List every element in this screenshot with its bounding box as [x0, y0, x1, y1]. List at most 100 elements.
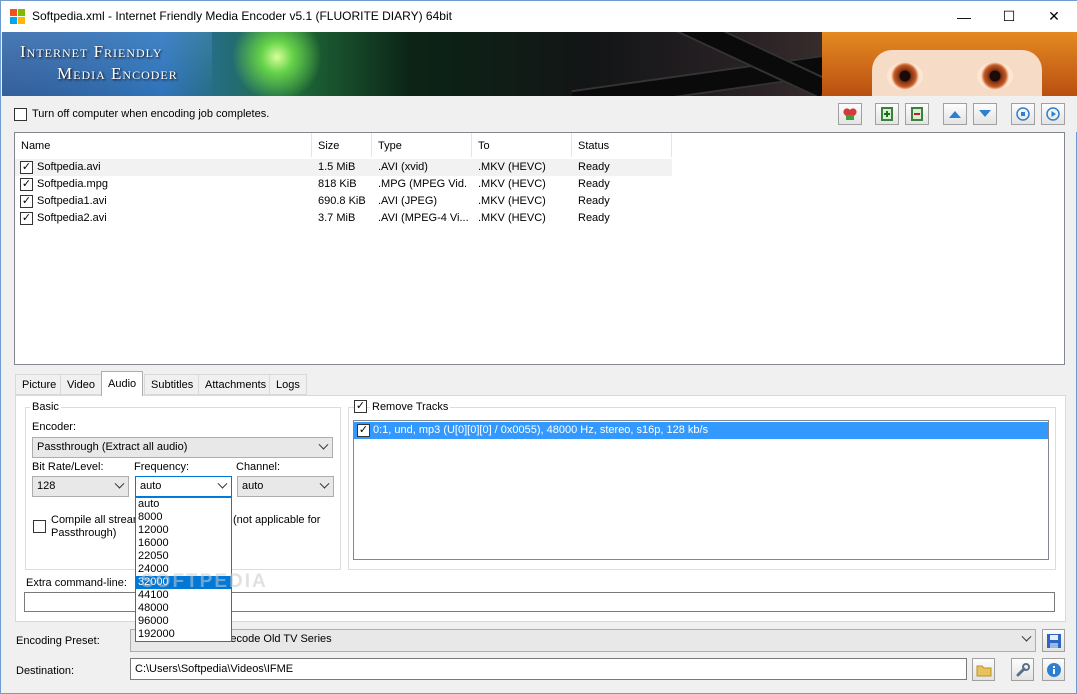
stop-icon[interactable] [1011, 103, 1035, 125]
encoding-preset-select[interactable]: User: MKV Batch Recode Old TV Series [130, 629, 1036, 652]
watermark: SOFTPEDIA [141, 571, 268, 592]
remove-tracks-label: Remove Tracks [370, 401, 451, 413]
row-type: .AVI (MPEG-4 Vi... [378, 212, 468, 224]
track-item[interactable]: ✓ 0:1, und, mp3 (U[0][0][0] / 0x0055), 4… [354, 422, 1048, 439]
table-row[interactable]: ✓ Softpedia1.avi 690.8 KiB .AVI (JPEG) .… [15, 193, 672, 210]
wrench-icon [1016, 662, 1030, 676]
column-header-size[interactable]: Size [312, 133, 372, 157]
table-row[interactable]: ✓ Softpedia2.avi 3.7 MiB .AVI (MPEG-4 Vi… [15, 210, 672, 227]
table-row[interactable]: ✓ Softpedia.mpg 818 KiB .MPG (MPEG Vid..… [15, 176, 672, 193]
maximize-button[interactable]: ☐ [986, 1, 1032, 32]
tab-video[interactable]: Video [60, 374, 102, 395]
row-name: Softpedia.avi [37, 161, 101, 173]
row-checkbox[interactable]: ✓ [20, 195, 33, 208]
row-size: 818 KiB [318, 178, 357, 190]
frequency-value: auto [140, 480, 162, 492]
tracks-list[interactable] [353, 420, 1049, 560]
frequency-option[interactable]: 96000 [136, 615, 231, 628]
frequency-option[interactable]: 12000 [136, 524, 231, 537]
add-file-icon[interactable] [875, 103, 899, 125]
row-checkbox[interactable]: ✓ [20, 161, 33, 174]
browse-folder-button[interactable] [972, 658, 995, 681]
banner-title-line1: Internet Friendly [20, 42, 163, 61]
character-eye-graphic [977, 62, 1013, 90]
destination-input[interactable]: C:\Users\Softpedia\Videos\IFME [130, 658, 967, 680]
queue-list[interactable]: Name Size Type To Status ✓ Softpedia.avi… [14, 132, 1065, 365]
frequency-option[interactable]: 8000 [136, 511, 231, 524]
row-size: 690.8 KiB [318, 195, 366, 207]
frequency-label: Frequency: [134, 461, 190, 473]
settings-button[interactable] [1011, 658, 1034, 681]
start-icon[interactable] [1041, 103, 1065, 125]
tab-audio[interactable]: Audio [101, 371, 144, 396]
row-name: Softpedia.mpg [37, 178, 108, 190]
row-type: .MPG (MPEG Vid... [378, 178, 468, 190]
row-checkbox[interactable]: ✓ [20, 212, 33, 225]
channel-value: auto [242, 480, 264, 492]
row-status: Ready [578, 195, 610, 207]
close-button[interactable]: ✕ [1031, 1, 1077, 32]
column-header-type[interactable]: Type [372, 133, 472, 157]
title-bar: Softpedia.xml - Internet Friendly Media … [1, 1, 1077, 32]
about-button[interactable] [1042, 658, 1065, 681]
column-header-to[interactable]: To [472, 133, 572, 157]
encoder-label: Encoder: [32, 421, 77, 433]
compile-streams-label: Compile all stream [51, 514, 143, 526]
track-checkbox[interactable]: ✓ [357, 424, 370, 437]
banner-glow [232, 32, 322, 96]
shutdown-checkbox[interactable] [14, 108, 27, 121]
frequency-option[interactable]: 16000 [136, 537, 231, 550]
column-header-name[interactable]: Name [15, 133, 312, 157]
encoder-select[interactable]: Passthrough (Extract all audio) [32, 437, 333, 458]
save-preset-button[interactable] [1042, 629, 1065, 652]
frequency-dropdown-list[interactable]: auto 8000 12000 16000 22050 24000 32000 … [135, 497, 232, 642]
minimize-button[interactable]: — [941, 1, 987, 32]
row-status: Ready [578, 212, 610, 224]
move-down-icon[interactable] [973, 103, 997, 125]
frequency-option[interactable]: 22050 [136, 550, 231, 563]
row-type: .AVI (xvid) [378, 161, 428, 173]
tab-attachments[interactable]: Attachments [198, 374, 274, 395]
donate-heart-icon[interactable] [838, 103, 862, 125]
tab-picture[interactable]: Picture [15, 374, 64, 395]
row-checkbox[interactable]: ✓ [20, 178, 33, 191]
row-type: .AVI (JPEG) [378, 195, 438, 207]
basic-group-label: Basic [30, 401, 61, 413]
chevron-down-icon [318, 439, 329, 450]
remove-tracks-checkbox[interactable]: ✓ [354, 400, 367, 413]
character-eye-graphic [887, 62, 923, 90]
channel-select[interactable]: auto [237, 476, 334, 497]
frequency-option[interactable]: 48000 [136, 602, 231, 615]
frequency-select[interactable]: auto [135, 476, 232, 497]
column-header-status[interactable]: Status [572, 133, 672, 157]
row-name: Softpedia1.avi [37, 195, 107, 207]
floppy-disk-icon [1046, 633, 1061, 648]
compile-streams-checkbox[interactable] [33, 520, 46, 533]
info-icon [1046, 662, 1061, 677]
move-up-icon[interactable] [943, 103, 967, 125]
bitrate-select[interactable]: 128 [32, 476, 129, 497]
tab-logs[interactable]: Logs [269, 374, 307, 395]
track-label: 0:1, und, mp3 (U[0][0][0] / 0x0055), 480… [373, 424, 709, 436]
tab-subtitles[interactable]: Subtitles [144, 374, 201, 395]
remove-file-icon[interactable] [905, 103, 929, 125]
row-status: Ready [578, 178, 610, 190]
row-status: Ready [578, 161, 610, 173]
encoding-preset-label: Encoding Preset: [16, 635, 100, 647]
table-row[interactable]: ✓ Softpedia.avi 1.5 MiB .AVI (xvid) .MKV… [15, 159, 672, 176]
app-banner: Internet Friendly Media Encoder [2, 32, 1077, 96]
chevron-down-icon [1021, 631, 1032, 642]
channel-label: Channel: [236, 461, 281, 473]
chevron-down-icon [114, 478, 125, 489]
folder-icon [976, 665, 991, 676]
row-to: .MKV (HEVC) [478, 195, 546, 207]
frequency-option[interactable]: 192000 [136, 628, 231, 641]
frequency-option[interactable]: auto [136, 498, 231, 511]
bitrate-value: 128 [37, 480, 56, 492]
app-icon [10, 9, 25, 24]
extra-cmd-label: Extra command-line: [26, 577, 127, 589]
row-to: .MKV (HEVC) [478, 161, 546, 173]
app-window: Softpedia.xml - Internet Friendly Media … [0, 0, 1077, 694]
compile-streams-label-cont: Passthrough) [51, 527, 117, 539]
row-size: 3.7 MiB [318, 212, 356, 224]
